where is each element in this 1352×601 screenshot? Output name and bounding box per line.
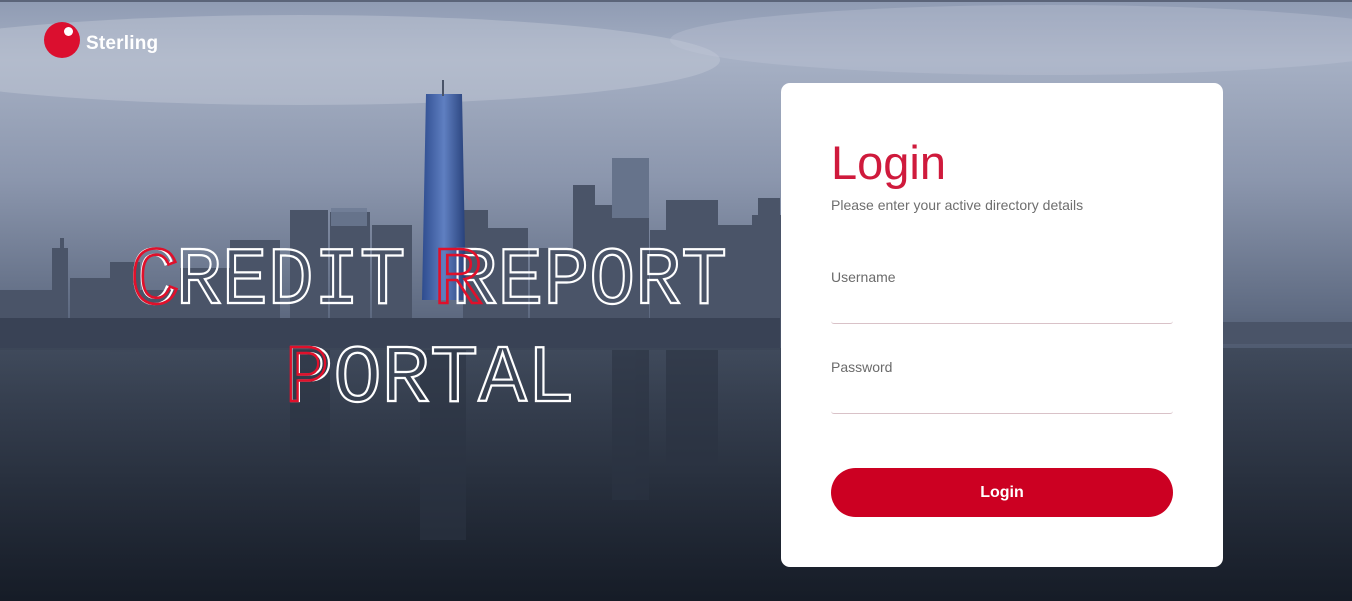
hero-title: CREDIT REPORT PORTAL C R P <box>0 0 780 601</box>
password-input[interactable] <box>831 387 1173 414</box>
password-label: Password <box>831 359 893 375</box>
login-subtitle: Please enter your active directory detai… <box>831 197 1084 213</box>
login-card: Login Please enter your active directory… <box>781 83 1223 567</box>
hero-title-line1: CREDIT REPORT <box>130 235 727 328</box>
login-button[interactable]: Login <box>831 468 1173 517</box>
username-label: Username <box>831 269 896 285</box>
hero-initial-p: P <box>285 333 329 426</box>
login-page: Sterling CREDIT REPORT PORTAL C R P Logi… <box>0 0 1352 601</box>
hero-initial-c: C <box>130 235 180 328</box>
login-heading: Login <box>831 136 946 189</box>
username-input[interactable] <box>831 297 1173 324</box>
hero-title-svg: CREDIT REPORT PORTAL C R P <box>129 234 728 428</box>
hero-initial-r: R <box>433 235 483 328</box>
